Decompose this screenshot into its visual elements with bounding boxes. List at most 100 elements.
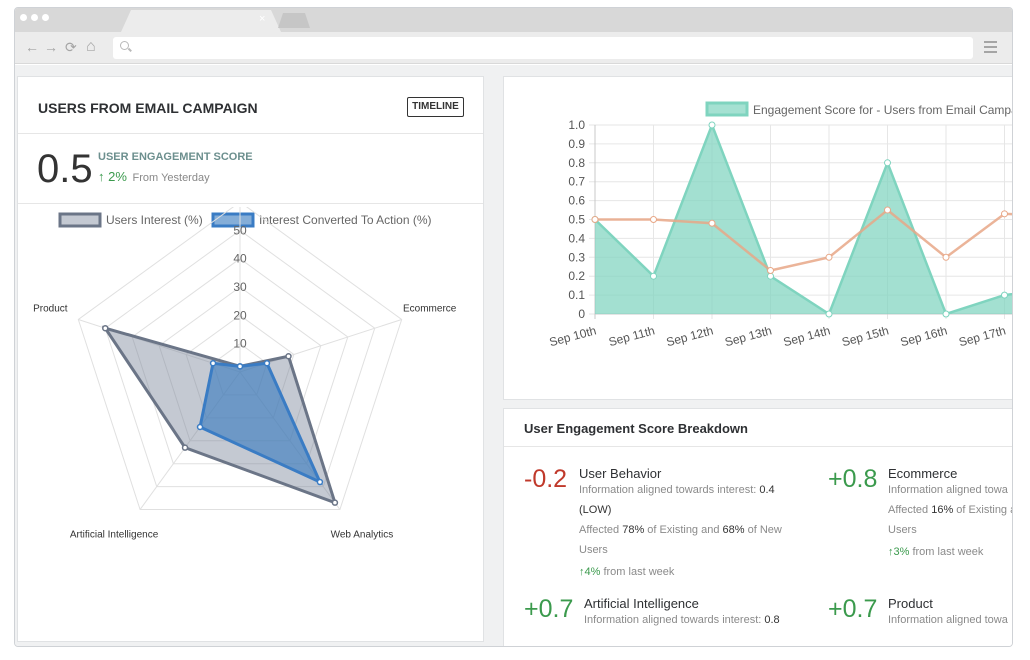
data-point — [825, 253, 833, 261]
data-point — [942, 253, 950, 261]
breakdown-change: ↑3% from last week — [888, 546, 983, 558]
affected-suffix-text: of New — [744, 524, 782, 536]
reload-icon[interactable]: ⟳ — [65, 39, 77, 55]
y-tick-label: 0.1 — [568, 288, 585, 302]
browser-window: × ← → ⟳ ⌂ USERS FROM EMAIL CAMPAIGN TIME… — [14, 7, 1013, 647]
info-label: Information aligned towa — [888, 484, 1008, 496]
data-point — [942, 310, 950, 318]
breakdown-card: User Engagement Score Breakdown -0.2 Use… — [503, 408, 1013, 646]
affected-new-pct: 68% — [722, 524, 745, 536]
breakdown-item-product: +0.7 Product Information aligned towa — [828, 595, 1012, 646]
axis-label: Artificial Intelligence — [70, 530, 159, 541]
data-point — [1001, 210, 1008, 218]
change-value: 4% — [584, 566, 601, 578]
data-point — [767, 272, 774, 280]
affected-mid-text: of Existing and — [644, 524, 723, 536]
x-tick-label: Sep 10th — [548, 323, 598, 349]
menu-icon[interactable] — [984, 41, 997, 56]
breakdown-item-user-behavior: -0.2 User Behavior Information aligned t… — [524, 465, 804, 605]
breakdown-description: Information aligned towards interest: 0.… — [579, 480, 799, 560]
data-point — [708, 121, 716, 129]
x-tick-label: Sep 11th — [607, 323, 656, 349]
y-tick-label: 0.2 — [568, 269, 585, 283]
minimize-window-button[interactable] — [31, 14, 38, 21]
x-tick-label: Sep 14th — [782, 323, 832, 349]
engagement-score-row: 0.5 USER ENGAGEMENT SCORE ↑ 2% From Yest… — [18, 134, 483, 204]
data-point — [650, 272, 657, 280]
change-suffix: from last week — [600, 566, 675, 578]
breakdown-title: User Engagement Score Breakdown — [524, 421, 748, 436]
affected-label: Affected — [888, 504, 932, 516]
home-icon[interactable]: ⌂ — [86, 39, 96, 55]
title-bar: × — [15, 8, 1012, 32]
data-point — [102, 324, 109, 332]
y-tick-label: 0.5 — [568, 213, 585, 227]
engagement-score-label: USER ENGAGEMENT SCORE — [98, 151, 253, 163]
breakdown-value: +0.7 — [524, 595, 574, 623]
data-point — [209, 359, 217, 367]
affected-mid-text: of Existing a — [953, 504, 1013, 516]
breakdown-value: -0.2 — [524, 465, 568, 493]
y-tick-label: 0.4 — [568, 231, 585, 245]
engagement-score-value: 0.5 — [37, 147, 93, 191]
timeline-button[interactable]: TIMELINE — [407, 97, 464, 117]
legend-label: Interest Converted To Action (%) — [259, 213, 432, 227]
legend-label: Users Interest (%) — [106, 213, 203, 227]
x-tick-label: Sep 12th — [665, 323, 715, 349]
breakdown-header: User Engagement Score Breakdown — [504, 409, 1012, 447]
breakdown-description: Information aligned towa Affected 16% of… — [888, 480, 1013, 540]
radar-chart: Users Interest (%) Interest Converted To … — [33, 207, 457, 541]
tab-close-icon[interactable]: × — [259, 13, 265, 25]
breakdown-description: Information aligned towa — [888, 610, 1012, 630]
x-tick-label: Sep 16th — [899, 323, 949, 349]
engagement-score-change: ↑ 2% From Yesterday — [98, 169, 210, 184]
campaign-card: USERS FROM EMAIL CAMPAIGN TIMELINE 0.5 U… — [17, 76, 484, 642]
y-tick-label: 1.0 — [568, 118, 585, 132]
axis-label: Product — [33, 303, 68, 314]
data-point — [263, 359, 271, 367]
data-point — [181, 444, 189, 451]
address-bar[interactable] — [113, 37, 973, 59]
forward-icon[interactable]: → — [44, 39, 58, 55]
breakdown-name: Product — [888, 596, 933, 611]
browser-tab[interactable] — [121, 10, 281, 32]
legend-swatch — [705, 101, 749, 117]
change-value: 3% — [893, 546, 910, 558]
breakdown-item-ecommerce: +0.8 Ecommerce Information aligned towa … — [828, 465, 1013, 585]
browser-toolbar: ← → ⟳ ⌂ — [15, 32, 1012, 64]
window-controls — [20, 14, 49, 21]
breakdown-change: ↑4% from last week — [579, 566, 674, 578]
close-window-button[interactable] — [20, 14, 27, 21]
engagement-line-chart-card: Engagement Score for - Users from Email … — [503, 76, 1012, 400]
x-tick-label: Sep 17th — [957, 323, 1007, 349]
affected-label: Affected — [579, 524, 623, 536]
breakdown-description: Information aligned towards interest: 0.… — [584, 610, 814, 630]
up-arrow-icon: ↑ — [98, 169, 105, 184]
x-tick-label: Sep 15th — [840, 323, 890, 349]
engagement-line-chart: Engagement Score for - Users from Email … — [548, 101, 1012, 349]
info-label: Information aligned towards interest: — [584, 614, 765, 626]
breakdown-name: Artificial Intelligence — [584, 596, 699, 611]
y-tick-label: 0.7 — [568, 175, 585, 189]
maximize-window-button[interactable] — [42, 14, 49, 21]
data-point — [825, 310, 833, 318]
breakdown-name: User Behavior — [579, 466, 662, 481]
score-change-value: 2% — [108, 169, 127, 184]
breakdown-name: Ecommerce — [888, 466, 958, 481]
tick-label: 10 — [233, 337, 247, 351]
back-icon[interactable]: ← — [25, 39, 39, 55]
y-tick-label: 0.9 — [568, 137, 585, 151]
page-content: USERS FROM EMAIL CAMPAIGN TIMELINE 0.5 U… — [15, 65, 1013, 646]
axis-label: Web Analytics — [331, 530, 394, 541]
y-tick-label: 0 — [578, 307, 585, 321]
search-icon — [120, 41, 129, 50]
axis-label: Ecommerce — [403, 303, 457, 314]
tick-label: 50 — [233, 223, 247, 237]
change-suffix: from last week — [909, 546, 984, 558]
info-value: 0.8 — [764, 614, 780, 626]
new-tab-button[interactable] — [278, 13, 310, 28]
data-point — [1001, 291, 1008, 299]
line-legend: Engagement Score for - Users from Email … — [705, 101, 1012, 117]
info-label: Information aligned towa — [888, 614, 1008, 626]
affected-tail-text: Users — [579, 544, 608, 556]
